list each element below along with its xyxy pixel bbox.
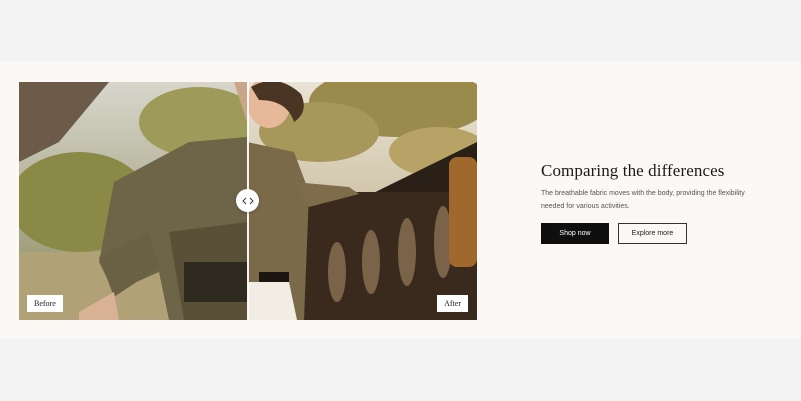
comparison-section: Before After Comparing the differences T…	[0, 62, 801, 339]
comparison-handle[interactable]	[236, 189, 259, 212]
explore-more-button[interactable]: Explore more	[618, 223, 687, 244]
section-description: The breathable fabric moves with the bod…	[541, 190, 745, 210]
shop-now-button[interactable]: Shop now	[541, 223, 609, 244]
image-comparison-slider[interactable]: Before After	[19, 82, 477, 320]
button-group: Shop now Explore more	[541, 223, 761, 244]
section-heading: Comparing the differences	[541, 161, 725, 180]
after-label: After	[437, 295, 468, 312]
content-block: Comparing the differences The breathable…	[541, 161, 761, 244]
chevrons-left-right-icon	[241, 197, 254, 204]
before-label: Before	[27, 295, 63, 312]
